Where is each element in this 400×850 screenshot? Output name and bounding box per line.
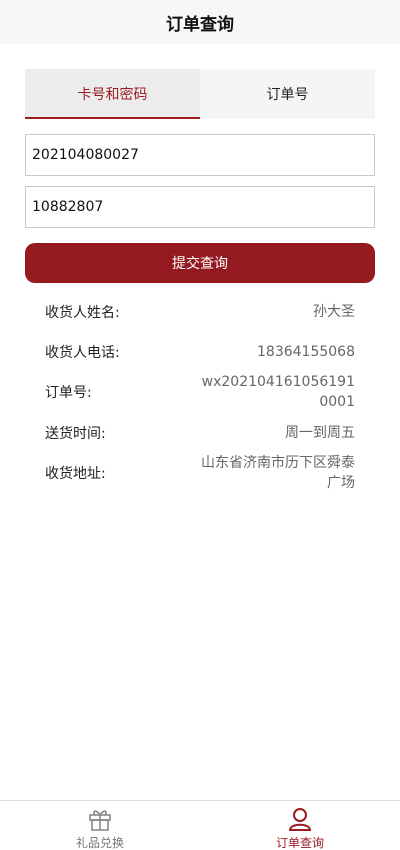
info-value: 周一到周五 [285, 425, 355, 441]
info-label: 收货地址: [45, 466, 106, 482]
page-title: 订单查询 [166, 14, 234, 35]
info-row-receiver-phone: 收货人电话: 18364155068 [45, 342, 355, 362]
info-value: 18364155068 [257, 344, 355, 360]
user-icon [287, 807, 313, 831]
info-label: 订单号: [45, 385, 92, 401]
info-label: 送货时间: [45, 426, 106, 442]
info-label: 收货人电话: [45, 345, 120, 361]
gift-icon [87, 807, 113, 831]
info-row-delivery-address: 收货地址: 山东省济南市历下区舜泰广场 [45, 453, 355, 493]
bottom-tabbar: 礼品兑换 订单查询 [0, 800, 400, 850]
tabbar-item-order-query[interactable]: 订单查询 [200, 801, 400, 850]
info-row-delivery-time: 送货时间: 周一到周五 [45, 423, 355, 443]
info-label: 收货人姓名: [45, 305, 120, 321]
info-value: 山东省济南市历下区舜泰广场 [201, 455, 355, 491]
tabbar-item-gift-exchange[interactable]: 礼品兑换 [0, 801, 200, 850]
card-number-input[interactable] [25, 134, 375, 176]
tabbar-label: 订单查询 [275, 836, 324, 850]
password-input[interactable] [25, 186, 375, 228]
query-mode-tabs: 卡号和密码 订单号 [25, 69, 375, 119]
info-row-receiver-name: 收货人姓名: 孙大圣 [45, 302, 355, 322]
page-header: 订单查询 [0, 0, 400, 44]
info-value: wx202104161056191 0001 [201, 374, 355, 410]
info-value: 孙大圣 [313, 304, 355, 320]
submit-query-button[interactable]: 提交查询 [25, 243, 375, 283]
tab-order-number[interactable]: 订单号 [200, 69, 375, 119]
info-row-order-number: 订单号: wx202104161056191 0001 [45, 372, 355, 412]
tab-card-and-password[interactable]: 卡号和密码 [25, 69, 200, 119]
tabbar-label: 礼品兑换 [75, 836, 124, 850]
